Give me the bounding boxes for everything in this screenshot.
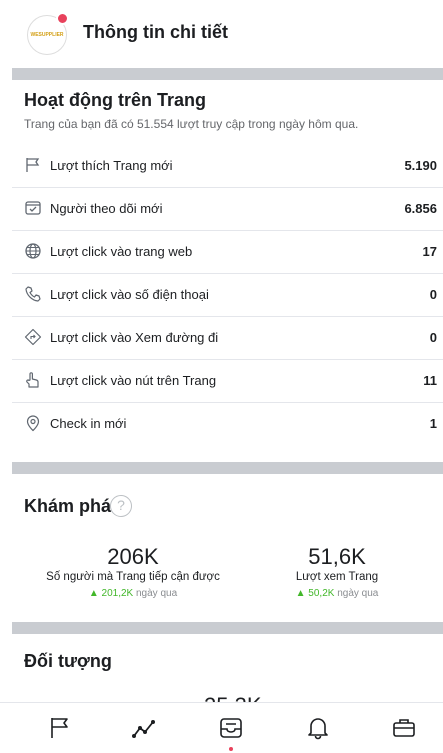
discover-title: Khám phá bbox=[24, 496, 112, 516]
inbox-check-icon bbox=[25, 201, 41, 215]
activity-title: Hoạt động trên Trang bbox=[24, 90, 206, 110]
up-arrow-icon: ▲ bbox=[295, 588, 306, 599]
row-value: 0 bbox=[429, 330, 437, 345]
activity-row-directions-clicks[interactable]: Lượt click vào Xem đường đi 0 bbox=[12, 317, 443, 360]
reach-change: ▲ 201,2K ngày qua bbox=[30, 588, 236, 599]
views-change: ▲ 50,2K ngày qua bbox=[262, 588, 412, 599]
nav-notifications[interactable] bbox=[305, 715, 331, 741]
phone-icon bbox=[25, 286, 41, 302]
row-value: 5.190 bbox=[404, 158, 437, 173]
page-logo: WESUPPLIER bbox=[30, 32, 64, 38]
globe-icon bbox=[25, 243, 41, 259]
row-label: Lượt click vào trang web bbox=[50, 244, 193, 259]
nav-tools[interactable] bbox=[391, 715, 417, 741]
views-caption: Lượt xem Trang bbox=[295, 571, 379, 583]
activity-row-new-likes[interactable]: Lượt thích Trang mới 5.190 bbox=[12, 145, 443, 188]
app-header: WESUPPLIER Thông tin chi tiết bbox=[0, 0, 443, 68]
reach-caption: Số người mà Trang tiếp cận được bbox=[46, 571, 220, 583]
nav-flag[interactable] bbox=[46, 715, 72, 741]
section-divider bbox=[12, 622, 443, 634]
row-label: Lượt click vào số điện thoại bbox=[50, 287, 209, 302]
activity-subtitle: Trang của bạn đã có 51.554 lượt truy cập… bbox=[24, 117, 359, 131]
reach-stat: 206K Số người mà Trang tiếp cận được ▲ 2… bbox=[30, 544, 236, 599]
page-avatar[interactable]: WESUPPLIER bbox=[27, 12, 69, 55]
row-label: Lượt thích Trang mới bbox=[50, 158, 173, 173]
chart-line-icon bbox=[132, 720, 155, 738]
notification-dot bbox=[56, 12, 69, 25]
row-label: Check in mới bbox=[50, 416, 127, 431]
page-title: Thông tin chi tiết bbox=[83, 22, 228, 42]
bottom-nav bbox=[0, 702, 443, 753]
row-value: 0 bbox=[429, 287, 437, 302]
location-pin-icon bbox=[26, 415, 40, 432]
audience-title: Đối tượng bbox=[24, 651, 112, 671]
briefcase-icon bbox=[393, 719, 415, 737]
flag-icon bbox=[51, 718, 68, 738]
nav-inbox[interactable] bbox=[218, 715, 244, 741]
help-icon[interactable]: ? bbox=[110, 495, 132, 517]
activity-row-phone-clicks[interactable]: Lượt click vào số điện thoại 0 bbox=[12, 274, 443, 317]
nav-insights[interactable] bbox=[131, 715, 157, 741]
views-stat: 51,6K Lượt xem Trang ▲ 50,2K ngày qua bbox=[262, 544, 412, 599]
row-value: 11 bbox=[423, 373, 437, 388]
reach-change-value: 201,2K bbox=[101, 588, 134, 599]
views-change-label: ngày qua bbox=[337, 588, 379, 599]
directions-icon bbox=[24, 328, 42, 346]
views-change-value: 50,2K bbox=[308, 588, 335, 599]
activity-row-new-followers[interactable]: Người theo dõi mới 6.856 bbox=[12, 188, 443, 231]
reach-value: 206K bbox=[107, 544, 159, 569]
flag-icon bbox=[26, 158, 40, 172]
row-value: 1 bbox=[429, 416, 437, 431]
row-label: Lượt click vào nút trên Trang bbox=[50, 373, 217, 388]
inbox-icon bbox=[220, 718, 242, 738]
bell-icon bbox=[308, 718, 328, 740]
row-label: Người theo dõi mới bbox=[50, 201, 163, 216]
up-arrow-icon: ▲ bbox=[88, 588, 99, 599]
reach-change-label: ngày qua bbox=[136, 588, 178, 599]
section-divider bbox=[12, 68, 443, 80]
row-value: 6.856 bbox=[404, 201, 437, 216]
activity-row-check-ins[interactable]: Check in mới 1 bbox=[12, 403, 443, 446]
views-value: 51,6K bbox=[308, 544, 366, 569]
section-divider bbox=[12, 462, 443, 474]
row-label: Lượt click vào Xem đường đi bbox=[50, 330, 219, 345]
pointer-icon bbox=[26, 372, 39, 388]
activity-row-website-clicks[interactable]: Lượt click vào trang web 17 bbox=[12, 231, 443, 274]
row-value: 17 bbox=[422, 244, 437, 259]
active-indicator bbox=[229, 747, 233, 751]
activity-row-button-clicks[interactable]: Lượt click vào nút trên Trang 11 bbox=[12, 360, 443, 403]
